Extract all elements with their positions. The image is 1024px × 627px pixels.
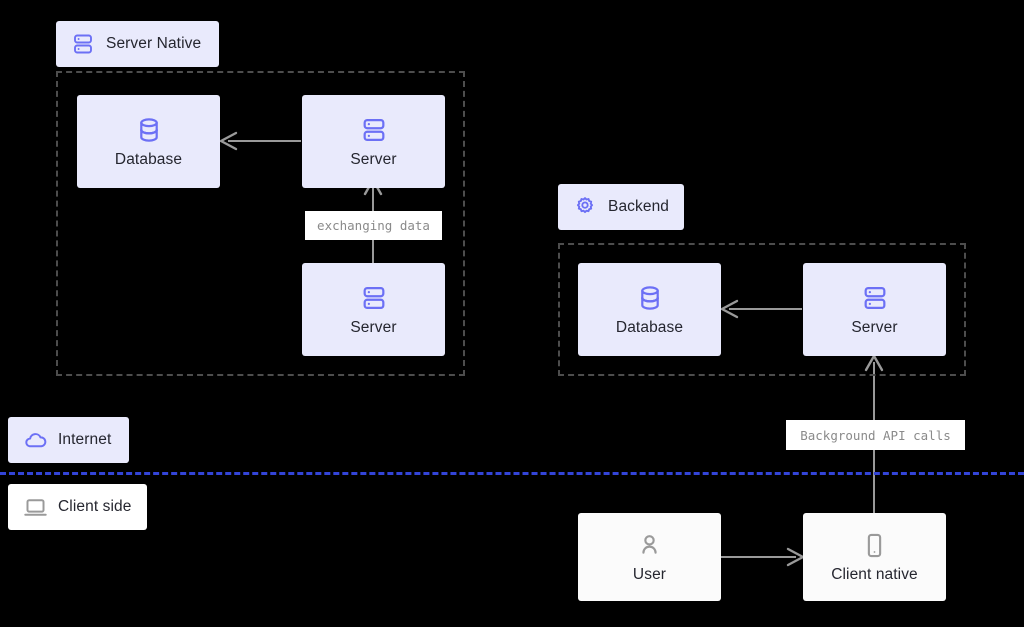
group-badge-backend[interactable]: Backend bbox=[558, 184, 684, 230]
group-badge-label: Server Native bbox=[106, 35, 202, 52]
node-server-native-bottom[interactable]: Server bbox=[302, 263, 445, 356]
laptop-icon bbox=[22, 494, 48, 520]
node-server-native-top[interactable]: Server bbox=[302, 95, 445, 188]
server-icon bbox=[359, 283, 389, 313]
cloud-icon bbox=[22, 427, 48, 453]
database-icon bbox=[134, 115, 164, 145]
database-icon bbox=[635, 283, 665, 313]
group-badge-server-native[interactable]: Server Native bbox=[56, 21, 219, 67]
node-user[interactable]: User bbox=[578, 513, 721, 601]
zone-badge-label: Internet bbox=[58, 431, 112, 448]
edge-label-background-api-calls: Background API calls bbox=[786, 420, 965, 450]
node-label: Server bbox=[350, 150, 397, 168]
user-icon bbox=[635, 530, 665, 560]
group-badge-label: Backend bbox=[608, 198, 670, 215]
node-database-server-native[interactable]: Database bbox=[77, 95, 220, 188]
server-icon bbox=[860, 283, 890, 313]
node-server-backend[interactable]: Server bbox=[803, 263, 946, 356]
mobile-icon bbox=[860, 530, 890, 560]
server-icon bbox=[359, 115, 389, 145]
node-label: User bbox=[632, 566, 667, 583]
architecture-diagram: Server Native Backend Internet Client si… bbox=[0, 0, 1024, 627]
server-icon bbox=[70, 31, 96, 57]
zone-badge-internet[interactable]: Internet bbox=[8, 417, 129, 463]
internet-client-boundary bbox=[0, 472, 1024, 475]
node-database-backend[interactable]: Database bbox=[578, 263, 721, 356]
node-label: Client native bbox=[831, 566, 918, 583]
edge-user-to-client bbox=[721, 547, 805, 567]
node-label: Server bbox=[851, 318, 898, 336]
zone-badge-label: Client side bbox=[58, 498, 132, 515]
node-label: Database bbox=[615, 318, 684, 336]
node-client-native[interactable]: Client native bbox=[803, 513, 946, 601]
node-label: Database bbox=[114, 150, 183, 168]
edge-label-exchanging-data: exchanging data bbox=[305, 211, 442, 240]
gear-icon bbox=[572, 194, 598, 220]
zone-badge-client-side[interactable]: Client side bbox=[8, 484, 147, 530]
node-label: Server bbox=[350, 318, 397, 336]
